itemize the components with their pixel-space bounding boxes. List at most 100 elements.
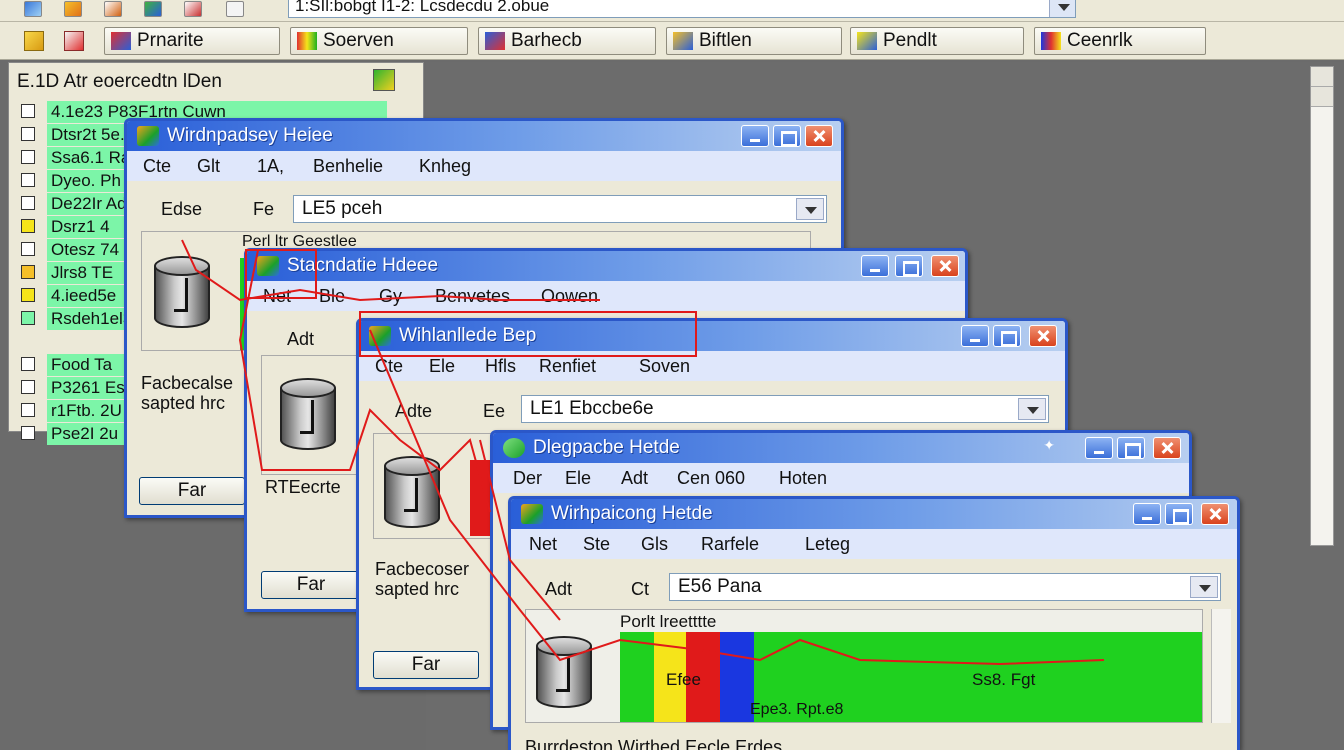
description-text: Facbecalse sapted hrc: [141, 373, 234, 413]
menu-item[interactable]: Ele: [429, 356, 455, 377]
document-icon[interactable]: [226, 1, 244, 17]
launch-button-label: Soerven: [323, 30, 394, 51]
panel-toggle-icon[interactable]: [373, 69, 395, 91]
menu-item[interactable]: Glt: [197, 156, 220, 177]
title-bar[interactable]: Dlegpacbe Hetde ✦: [493, 433, 1189, 463]
edit-icon[interactable]: [104, 1, 122, 17]
title-bar[interactable]: Wirhpaicong Hetde: [511, 499, 1237, 529]
menu-item[interactable]: Ele: [565, 468, 591, 489]
chevron-down-icon[interactable]: [1049, 0, 1075, 17]
checkbox[interactable]: [21, 265, 35, 279]
menu-item[interactable]: Hoten: [779, 468, 827, 489]
selection-combo[interactable]: LE1 Ebccbe6e: [521, 395, 1049, 423]
checkbox[interactable]: [21, 380, 35, 394]
chart-icon[interactable]: [144, 1, 162, 17]
palette-icon: [297, 32, 317, 50]
content-panel: [261, 355, 357, 475]
chevron-down-icon[interactable]: [1018, 398, 1046, 420]
restore-icon[interactable]: [1165, 503, 1193, 525]
menu-item[interactable]: Cte: [143, 156, 171, 177]
title-bar[interactable]: Wihlanllede Bep: [359, 321, 1065, 351]
menu-item[interactable]: Ble: [319, 286, 345, 307]
checkbox[interactable]: [21, 403, 35, 417]
vertical-scrollbar[interactable]: [1310, 66, 1334, 546]
menu-item[interactable]: Soven: [639, 356, 690, 377]
inner-scrollbar[interactable]: [1211, 609, 1231, 723]
menu-item[interactable]: Adt: [621, 468, 648, 489]
address-combo[interactable]: 1:SIl:bobgt I1-2: Lcsdecdu 2.obue: [288, 0, 1076, 18]
window-title: Dlegpacbe Hetde: [533, 437, 680, 458]
pin-icon[interactable]: ✦: [1043, 437, 1055, 454]
close-icon[interactable]: [931, 255, 959, 277]
minimize-icon[interactable]: [741, 125, 769, 147]
list-item-label: 4.ieed5e: [47, 285, 131, 307]
menu-item[interactable]: Renfiet: [539, 356, 596, 377]
close-icon[interactable]: [1201, 503, 1229, 525]
far-button[interactable]: Far: [139, 477, 245, 505]
far-button[interactable]: Far: [373, 651, 479, 679]
minimize-icon[interactable]: [1133, 503, 1161, 525]
checkbox[interactable]: [21, 196, 35, 210]
menu-item[interactable]: Cen 060: [677, 468, 745, 489]
menu-item[interactable]: Leteg: [805, 534, 850, 555]
checkbox[interactable]: [21, 242, 35, 256]
launch-button-3[interactable]: Barhecb: [478, 27, 656, 55]
restore-icon[interactable]: [773, 125, 801, 147]
menu-item[interactable]: Gls: [641, 534, 668, 555]
document-icon[interactable]: [64, 31, 84, 51]
minimize-icon[interactable]: [961, 325, 989, 347]
selection-combo[interactable]: LE5 pceh: [293, 195, 827, 223]
chevron-down-icon[interactable]: [1190, 576, 1218, 598]
menu-item[interactable]: Oowen: [541, 286, 598, 307]
launch-button-1[interactable]: Prnarite: [104, 27, 280, 55]
folder-icon[interactable]: [24, 31, 44, 51]
far-button[interactable]: Far: [261, 571, 361, 599]
menu-item[interactable]: Der: [513, 468, 542, 489]
launch-button-2[interactable]: Soerven: [290, 27, 468, 55]
menu-item[interactable]: Cte: [375, 356, 403, 377]
launch-button-5[interactable]: Pendlt: [850, 27, 1024, 55]
app-icon[interactable]: [24, 1, 42, 17]
restore-icon[interactable]: [993, 325, 1021, 347]
menu-item[interactable]: Benvetes: [435, 286, 510, 307]
menu-item[interactable]: Net: [263, 286, 291, 307]
close-icon[interactable]: [805, 125, 833, 147]
chevron-down-icon[interactable]: [796, 198, 824, 220]
list-item-label: Dtsr2t 5e.3 Rpt1: [47, 124, 131, 146]
bar-label: Epe3. Rpt.e8: [750, 701, 844, 718]
launch-button-4[interactable]: Biftlen: [666, 27, 842, 55]
title-bar[interactable]: Stacndatie Hdeee: [247, 251, 965, 281]
image-icon[interactable]: [184, 1, 202, 17]
minimize-icon[interactable]: [861, 255, 889, 277]
checkbox[interactable]: [21, 173, 35, 187]
menu-item[interactable]: Gy: [379, 286, 402, 307]
checkbox[interactable]: [21, 104, 35, 118]
close-icon[interactable]: [1029, 325, 1057, 347]
checkbox[interactable]: [21, 357, 35, 371]
menu-item[interactable]: 1A,: [257, 156, 284, 177]
app-icon: [521, 504, 543, 524]
restore-icon[interactable]: [895, 255, 923, 277]
checkbox[interactable]: [21, 150, 35, 164]
scroll-up-icon[interactable]: [1311, 67, 1333, 87]
window-title: Wirhpaicong Hetde: [551, 503, 713, 524]
menu-item[interactable]: Benhelie: [313, 156, 383, 177]
menu-item[interactable]: Rarfele: [701, 534, 759, 555]
checkbox[interactable]: [21, 127, 35, 141]
restore-icon[interactable]: [1117, 437, 1145, 459]
checkbox[interactable]: [21, 311, 35, 325]
launch-button-6[interactable]: Ceenrlk: [1034, 27, 1206, 55]
checkbox[interactable]: [21, 426, 35, 440]
folder-icon[interactable]: [64, 1, 82, 17]
close-icon[interactable]: [1153, 437, 1181, 459]
checkbox[interactable]: [21, 219, 35, 233]
menu-item[interactable]: Ste: [583, 534, 610, 555]
scroll-up-icon[interactable]: [1311, 87, 1333, 107]
menu-item[interactable]: Net: [529, 534, 557, 555]
menu-item[interactable]: Hfls: [485, 356, 516, 377]
menu-item[interactable]: Knheg: [419, 156, 471, 177]
checkbox[interactable]: [21, 288, 35, 302]
title-bar[interactable]: Wirdnpadsey Heiee: [127, 121, 841, 151]
minimize-icon[interactable]: [1085, 437, 1113, 459]
selection-combo[interactable]: E56 Pana: [669, 573, 1221, 601]
